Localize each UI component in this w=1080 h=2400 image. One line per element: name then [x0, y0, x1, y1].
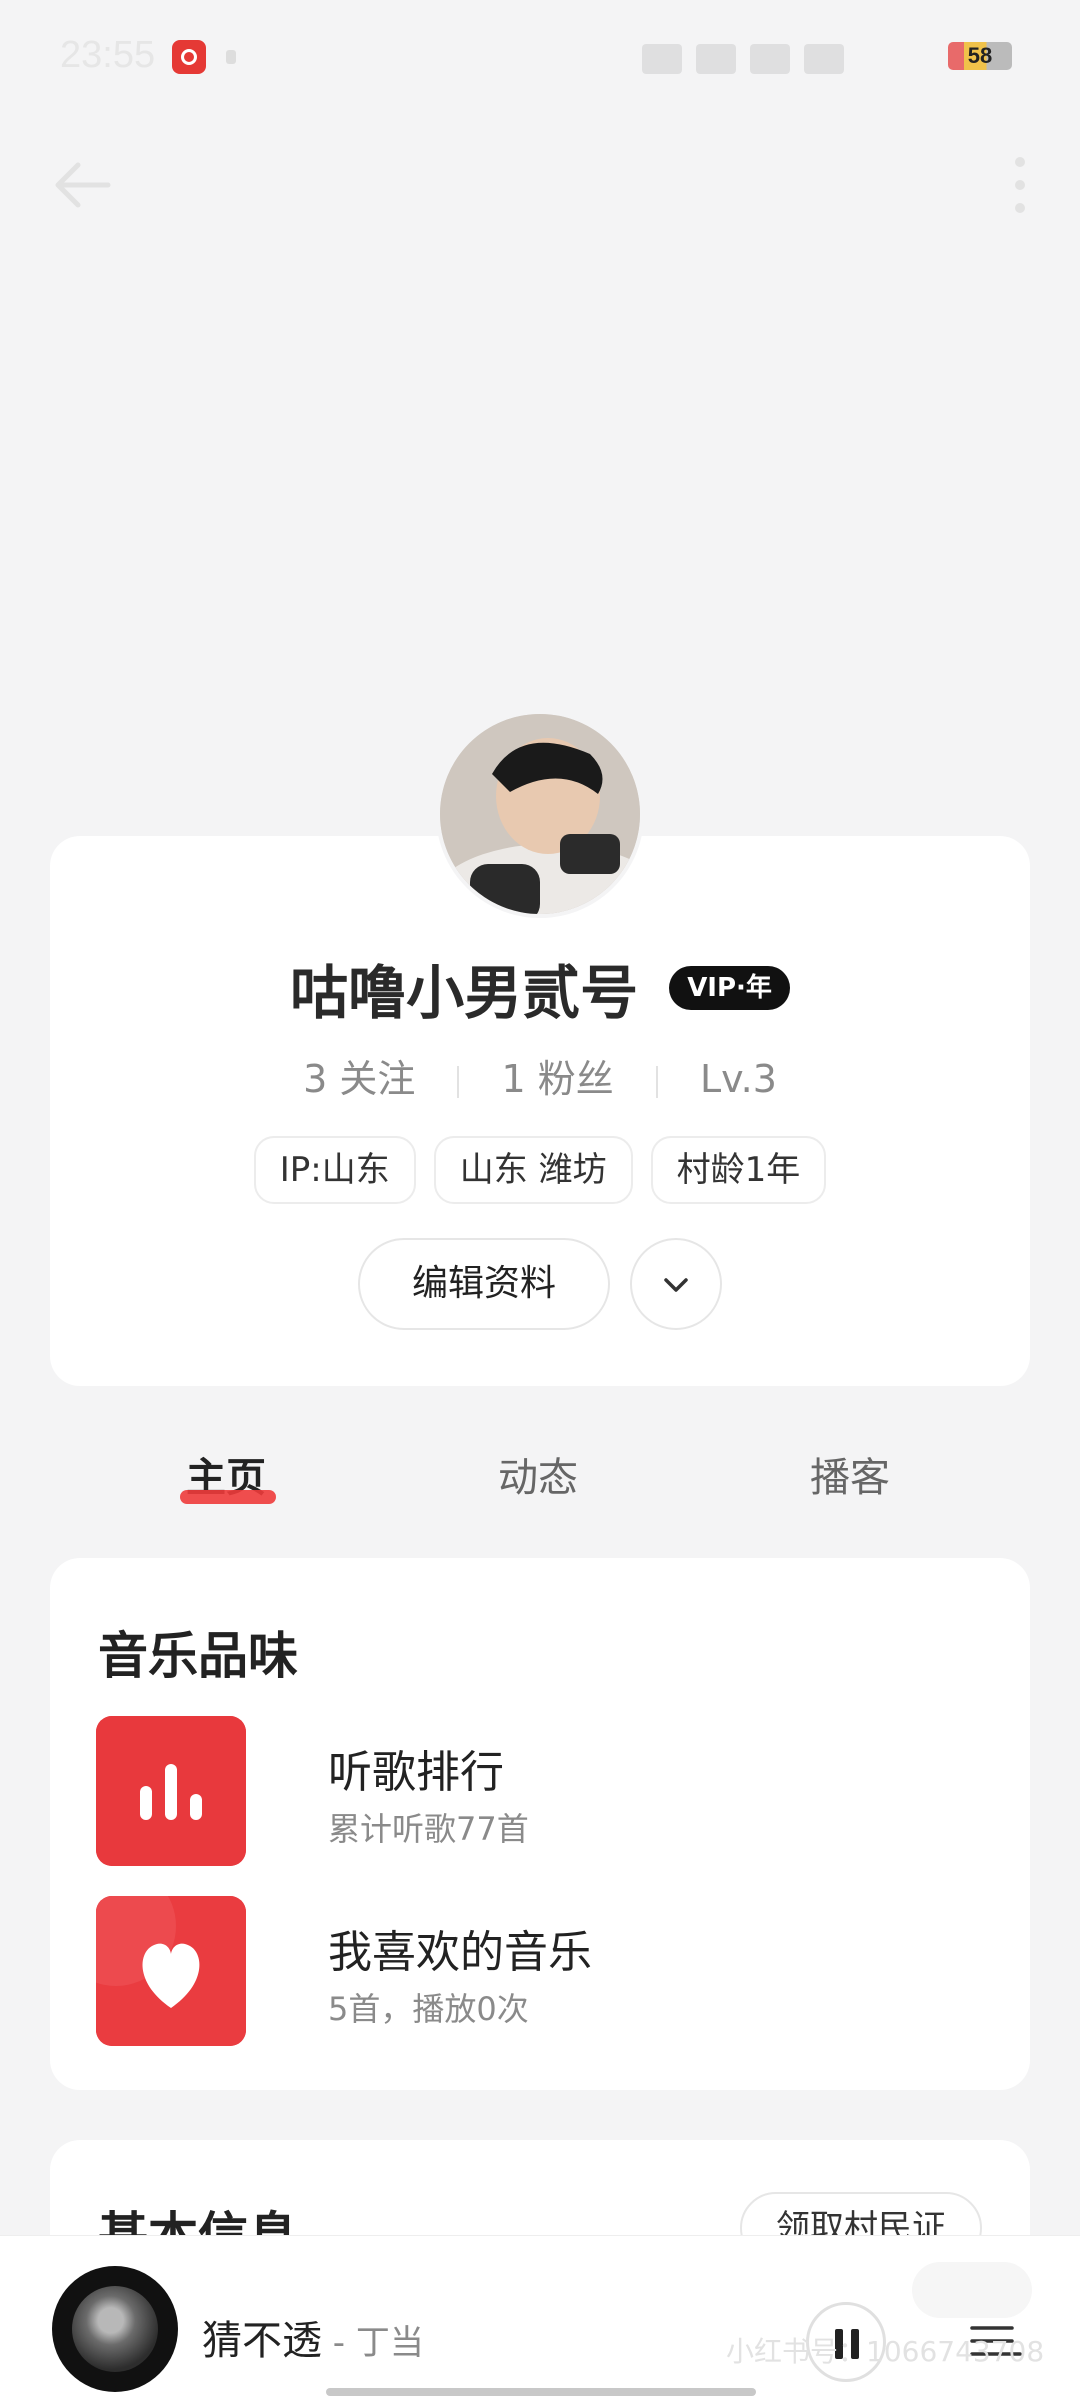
tag-location[interactable]: 山东 潍坊 [433, 1136, 633, 1204]
username-row: 咕噜小男贰号 VIP·年 [50, 946, 1030, 1030]
watermark: 小红书号：1066743708 [726, 2335, 1045, 2368]
netease-music-icon [172, 40, 206, 74]
profile-card: 咕噜小男贰号 VIP·年 3 关注 1 粉丝 Lv.3 IP:山东 山东 潍坊 … [50, 836, 1030, 1386]
avatar[interactable] [436, 710, 644, 918]
stats-row: 3 关注 1 粉丝 Lv.3 [50, 1048, 1030, 1103]
following-count[interactable]: 3 关注 [303, 1057, 415, 1101]
divider [655, 1065, 658, 1098]
item-subtitle: 5首，播放0次 [328, 1990, 529, 2028]
watermark-logo [912, 2262, 1032, 2318]
more-vertical-icon [1015, 157, 1025, 213]
avatar-image [440, 714, 640, 914]
profile-actions: 编辑资料 [50, 1238, 1030, 1330]
profile-tabs: 主页 动态 播客 [0, 1445, 1080, 1525]
arrow-left-icon [55, 162, 111, 208]
album-art-image [72, 2286, 158, 2372]
item-subtitle: 累计听歌77首 [328, 1810, 529, 1848]
tab-activity[interactable]: 动态 [498, 1445, 578, 1503]
active-tab-indicator [180, 1490, 276, 1504]
artist-name: - 丁当 [322, 2323, 424, 2363]
signal-icons [642, 38, 962, 74]
heart-icon [96, 1896, 246, 2046]
home-indicator[interactable] [326, 2388, 756, 2396]
music-taste-card: 音乐品味 听歌排行 累计听歌77首 我喜欢的音乐 5首，播放0次 [50, 1558, 1030, 2090]
mini-player[interactable]: 猜不透 - 丁当 [0, 2235, 1080, 2400]
now-playing-info[interactable]: 猜不透 - 丁当 [202, 2308, 424, 2366]
liked-thumbnail [96, 1896, 246, 2046]
notification-dot-icon [226, 50, 236, 64]
chevron-down-icon [664, 1278, 688, 1292]
more-button[interactable] [1008, 150, 1032, 220]
song-title: 猜不透 [202, 2318, 322, 2364]
liked-music-item[interactable]: 我喜欢的音乐 5首，播放0次 [96, 1896, 976, 2048]
tab-podcast[interactable]: 播客 [810, 1445, 890, 1503]
level-label[interactable]: Lv.3 [700, 1057, 777, 1101]
expand-button[interactable] [630, 1238, 722, 1330]
tag-ip[interactable]: IP:山东 [253, 1136, 416, 1204]
followers-count[interactable]: 1 粉丝 [502, 1057, 614, 1101]
section-title: 音乐品味 [98, 1627, 298, 1685]
item-title: 听歌排行 [328, 1747, 504, 1798]
album-cover[interactable] [52, 2266, 178, 2392]
item-title: 我喜欢的音乐 [328, 1927, 592, 1978]
vip-badge[interactable]: VIP·年 [669, 966, 790, 1010]
tag-account-age[interactable]: 村龄1年 [650, 1136, 827, 1204]
battery-icon: 58 [948, 42, 1012, 70]
status-bar: 23:55 58 [0, 0, 1080, 110]
bar-chart-icon [96, 1716, 246, 1866]
listening-ranking-item[interactable]: 听歌排行 累计听歌77首 [96, 1716, 976, 1868]
tag-list: IP:山东 山东 潍坊 村龄1年 [50, 1136, 1030, 1204]
username: 咕噜小男贰号 [290, 959, 639, 1027]
ranking-thumbnail [96, 1716, 246, 1866]
edit-profile-button[interactable]: 编辑资料 [358, 1238, 610, 1330]
back-button[interactable] [52, 160, 112, 210]
status-time: 23:55 [60, 34, 156, 76]
divider [457, 1065, 460, 1098]
